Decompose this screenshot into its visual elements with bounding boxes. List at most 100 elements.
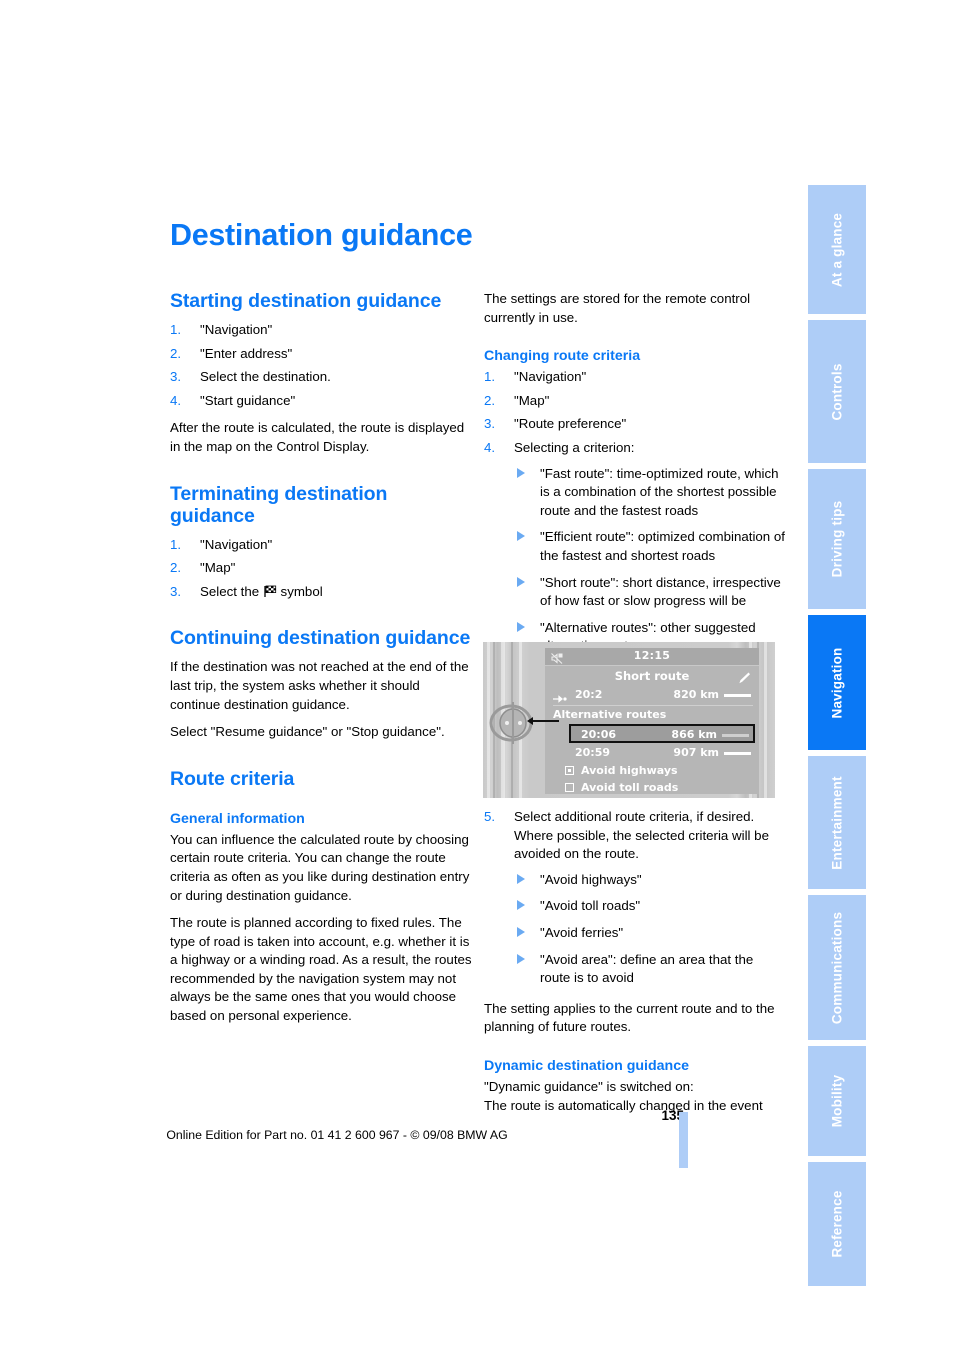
chapter-tab-rail: At a glance Controls Driving tips Navigatio…	[808, 185, 866, 1286]
step-text: "Route preference"	[514, 416, 627, 432]
continuing-paragraph-2: Select "Resume guidance" or "Stop guidan…	[170, 724, 445, 740]
step-number: 3.	[484, 416, 496, 432]
list-item: 2. "Map"	[170, 559, 472, 578]
step-number: 2.	[170, 560, 182, 576]
subheading-changing-route-criteria: Changing route criteria	[484, 348, 641, 365]
step-number: 1.	[170, 536, 182, 552]
chapter-tab-driving-tips[interactable]: Driving tips	[808, 469, 866, 612]
nav-alt-eta: 20:06	[581, 728, 617, 741]
list-item: "Short route": short distance, irrespect…	[514, 574, 786, 611]
right-column-bottom: 5. Select additional route criteria, if …	[484, 808, 786, 1115]
checkbox-label: Avoid toll roads	[581, 781, 679, 794]
step-text: "Map"	[514, 392, 550, 408]
triangle-bullet-icon	[517, 531, 525, 542]
triangle-bullet-icon	[517, 900, 525, 911]
triangle-bullet-icon	[517, 576, 525, 587]
heading-route-criteria: Route criteria	[170, 767, 295, 790]
list-item: 1. "Navigation"	[170, 321, 472, 340]
manual-page: At a glance Controls Driving tips Navigatio…	[0, 0, 954, 1350]
nav-status-bar: 12:15	[545, 648, 759, 666]
dynamic-guidance-line-1: "Dynamic guidance" is switched on:	[484, 1078, 694, 1094]
nav-alternative-row-selected[interactable]: 20:06 866 km	[569, 724, 755, 743]
chapter-tab-controls[interactable]: Controls	[808, 320, 866, 466]
triangle-bullet-icon	[517, 953, 525, 964]
step-number: 2.	[484, 392, 496, 408]
nav-checkbox-avoid-highways[interactable]: Avoid highways	[565, 764, 678, 777]
list-item: 3. "Route preference"	[484, 415, 786, 434]
step-number: 5.	[484, 809, 496, 824]
criterion-text: "Short route": short distance, irrespect…	[540, 574, 781, 609]
navigation-screen-illustration: 12:15 Short route 20:2 820 km Alternativ…	[483, 642, 775, 798]
list-item: 5. Select additional route criteria, if …	[484, 808, 786, 988]
step-number: 1.	[170, 322, 182, 337]
step-number: 1.	[484, 369, 496, 385]
list-item: "Avoid area": define an area that the ro…	[514, 951, 786, 988]
step-text: "Navigation"	[200, 536, 273, 552]
step-text-after: symbol	[280, 583, 323, 599]
callout-leader-line	[527, 717, 559, 725]
chapter-tab-label: At a glance	[829, 212, 845, 287]
terminating-guidance-steps: 1. "Navigation" 2. "Map" 3. Select the s…	[170, 536, 472, 602]
changing-route-criteria-steps: 1. "Navigation" 2. "Map" 3. "Route prefe…	[484, 368, 786, 656]
chapter-tab-label: Reference	[829, 1190, 845, 1258]
step-text: "Navigation"	[200, 322, 273, 337]
general-info-paragraph-1: You can influence the calculated route b…	[170, 831, 470, 903]
avoid-options-list: "Avoid highways" "Avoid toll roads" "Avo…	[514, 871, 786, 988]
list-item: "Efficient route": optimized combination…	[514, 528, 786, 565]
nav-alt-eta: 20:59	[575, 746, 611, 759]
list-item: "Fast route": time-optimized route, whic…	[514, 465, 786, 521]
heading-terminating-destination-guidance: Terminating destination guidance	[170, 482, 388, 527]
step-text: "Enter address"	[200, 345, 293, 361]
step-text: Selecting a criterion:	[514, 439, 635, 455]
nav-alt-distance: 866 km	[671, 728, 717, 741]
list-item: "Avoid toll roads"	[514, 897, 786, 916]
list-item: "Avoid ferries"	[514, 924, 786, 943]
nav-clock: 12:15	[633, 649, 671, 662]
continuing-paragraph-1: If the destination was not reached at th…	[170, 659, 469, 712]
step-text: Select the destination.	[200, 369, 331, 385]
checkbox-icon[interactable]	[565, 766, 574, 775]
pencil-icon[interactable]	[737, 670, 751, 684]
checkbox-icon[interactable]	[565, 783, 574, 792]
step-text: "Map"	[200, 560, 236, 576]
nav-primary-bar	[724, 694, 751, 697]
chapter-tab-label: Driving tips	[829, 500, 845, 578]
step-number: 2.	[170, 345, 182, 361]
idrive-controller-icon	[487, 696, 543, 750]
step-text-before: Select the	[200, 583, 260, 599]
chapter-tab-label: Mobility	[829, 1074, 845, 1128]
chapter-tab-communications[interactable]: Communications	[808, 895, 866, 1043]
nav-alternatives-label: Alternative routes	[553, 708, 667, 721]
chapter-tab-entertainment[interactable]: Entertainment	[808, 756, 866, 892]
chapter-tab-label: Communications	[829, 911, 845, 1024]
chapter-tab-at-a-glance[interactable]: At a glance	[808, 185, 866, 317]
chapter-tab-reference[interactable]: Reference	[808, 1162, 866, 1286]
route-arrow-icon	[553, 693, 571, 703]
nav-checkbox-avoid-toll-roads[interactable]: Avoid toll roads	[565, 781, 679, 794]
step-number: 3.	[170, 583, 182, 599]
step-text: "Start guidance"	[200, 392, 296, 408]
list-item: 3. Select the symbol	[170, 583, 472, 602]
nav-route-title: Short route	[614, 669, 690, 683]
checkbox-label: Avoid highways	[581, 764, 678, 777]
list-item: 2. "Map"	[484, 392, 786, 411]
chapter-tab-label: Entertainment	[829, 775, 845, 870]
list-item: 1. "Navigation"	[484, 368, 786, 387]
chapter-tab-navigation[interactable]: Navigation	[808, 615, 866, 753]
avoid-option-text: "Avoid toll roads"	[540, 898, 641, 914]
subheading-general-information: General information	[170, 810, 305, 827]
footer-accent-bar	[679, 1112, 688, 1168]
list-item: 4. Selecting a criterion: "Fast route": …	[484, 439, 786, 656]
setting-applies-paragraph: The setting applies to the current route…	[484, 1000, 775, 1035]
list-item: 3. Select the destination.	[170, 368, 472, 387]
step-number: 4.	[484, 439, 496, 455]
subheading-dynamic-destination-guidance: Dynamic destination guidance	[484, 1057, 689, 1074]
nav-alt-bar	[724, 752, 751, 755]
list-item: 2. "Enter address"	[170, 345, 472, 364]
chapter-tab-mobility[interactable]: Mobility	[808, 1046, 866, 1159]
step-text: Select additional route criteria, if des…	[514, 809, 769, 862]
page-title: Destination guidance	[170, 218, 473, 252]
step-number: 4.	[170, 392, 182, 408]
starting-guidance-paragraph: After the route is calculated, the route…	[170, 420, 465, 454]
avoid-option-text: "Avoid area": define an area that the ro…	[540, 951, 754, 986]
